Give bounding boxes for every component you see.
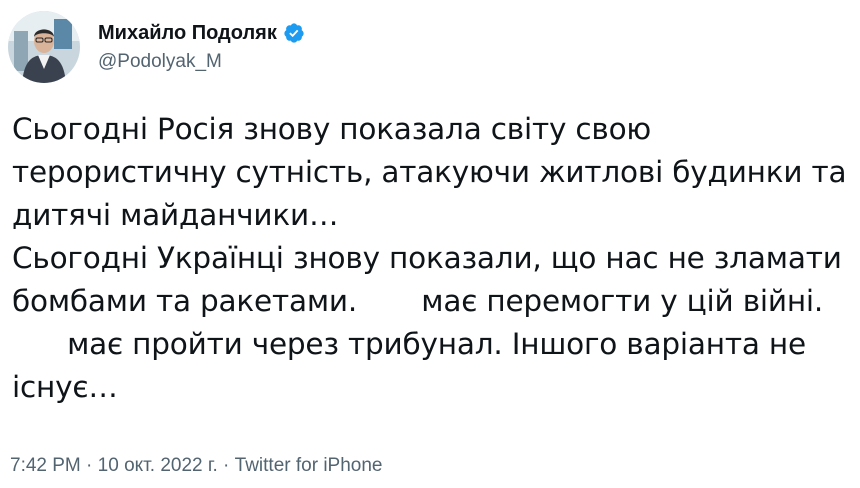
tweet-source[interactable]: Twitter for iPhone: [235, 455, 383, 477]
tweet-line: Сьогодні Українці знову показали, що нас…: [12, 241, 842, 275]
tweet-line: існує…: [12, 370, 118, 404]
tweet-meta: 7:42 PM · 10 окт. 2022 г. · Twitter for …: [10, 455, 383, 477]
tweet-header: Михайло Подоляк @Podolyak_M: [8, 10, 305, 84]
author-handle[interactable]: @Podolyak_M: [98, 51, 305, 73]
tweet-line: дитячі майданчики…: [12, 198, 339, 232]
avatar[interactable]: [8, 11, 80, 83]
meta-separator: ·: [80, 455, 98, 476]
name-row: Михайло Подоляк: [98, 21, 305, 45]
tweet-date[interactable]: 10 окт. 2022 г.: [98, 455, 218, 477]
tweet-line: терористичну сутність, атакуючи житлові …: [12, 155, 847, 189]
tweet-line: має пройти через трибунал. Іншого варіан…: [12, 327, 806, 361]
author-display-name[interactable]: Михайло Подоляк: [98, 21, 277, 45]
tweet-line: Сьогодні Росія знову показала світу свою: [12, 112, 652, 146]
tweet-text: Сьогодні Росія знову показала світу свою…: [12, 108, 852, 409]
tweet-time[interactable]: 7:42 PM: [10, 455, 81, 477]
verified-badge-icon: [283, 22, 305, 44]
tweet-line: бомбами та ракетами. має перемогти у цій…: [12, 284, 824, 318]
author-names: Михайло Подоляк @Podolyak_M: [98, 21, 305, 73]
meta-separator: ·: [217, 455, 235, 476]
profile-photo-icon: [8, 11, 80, 83]
